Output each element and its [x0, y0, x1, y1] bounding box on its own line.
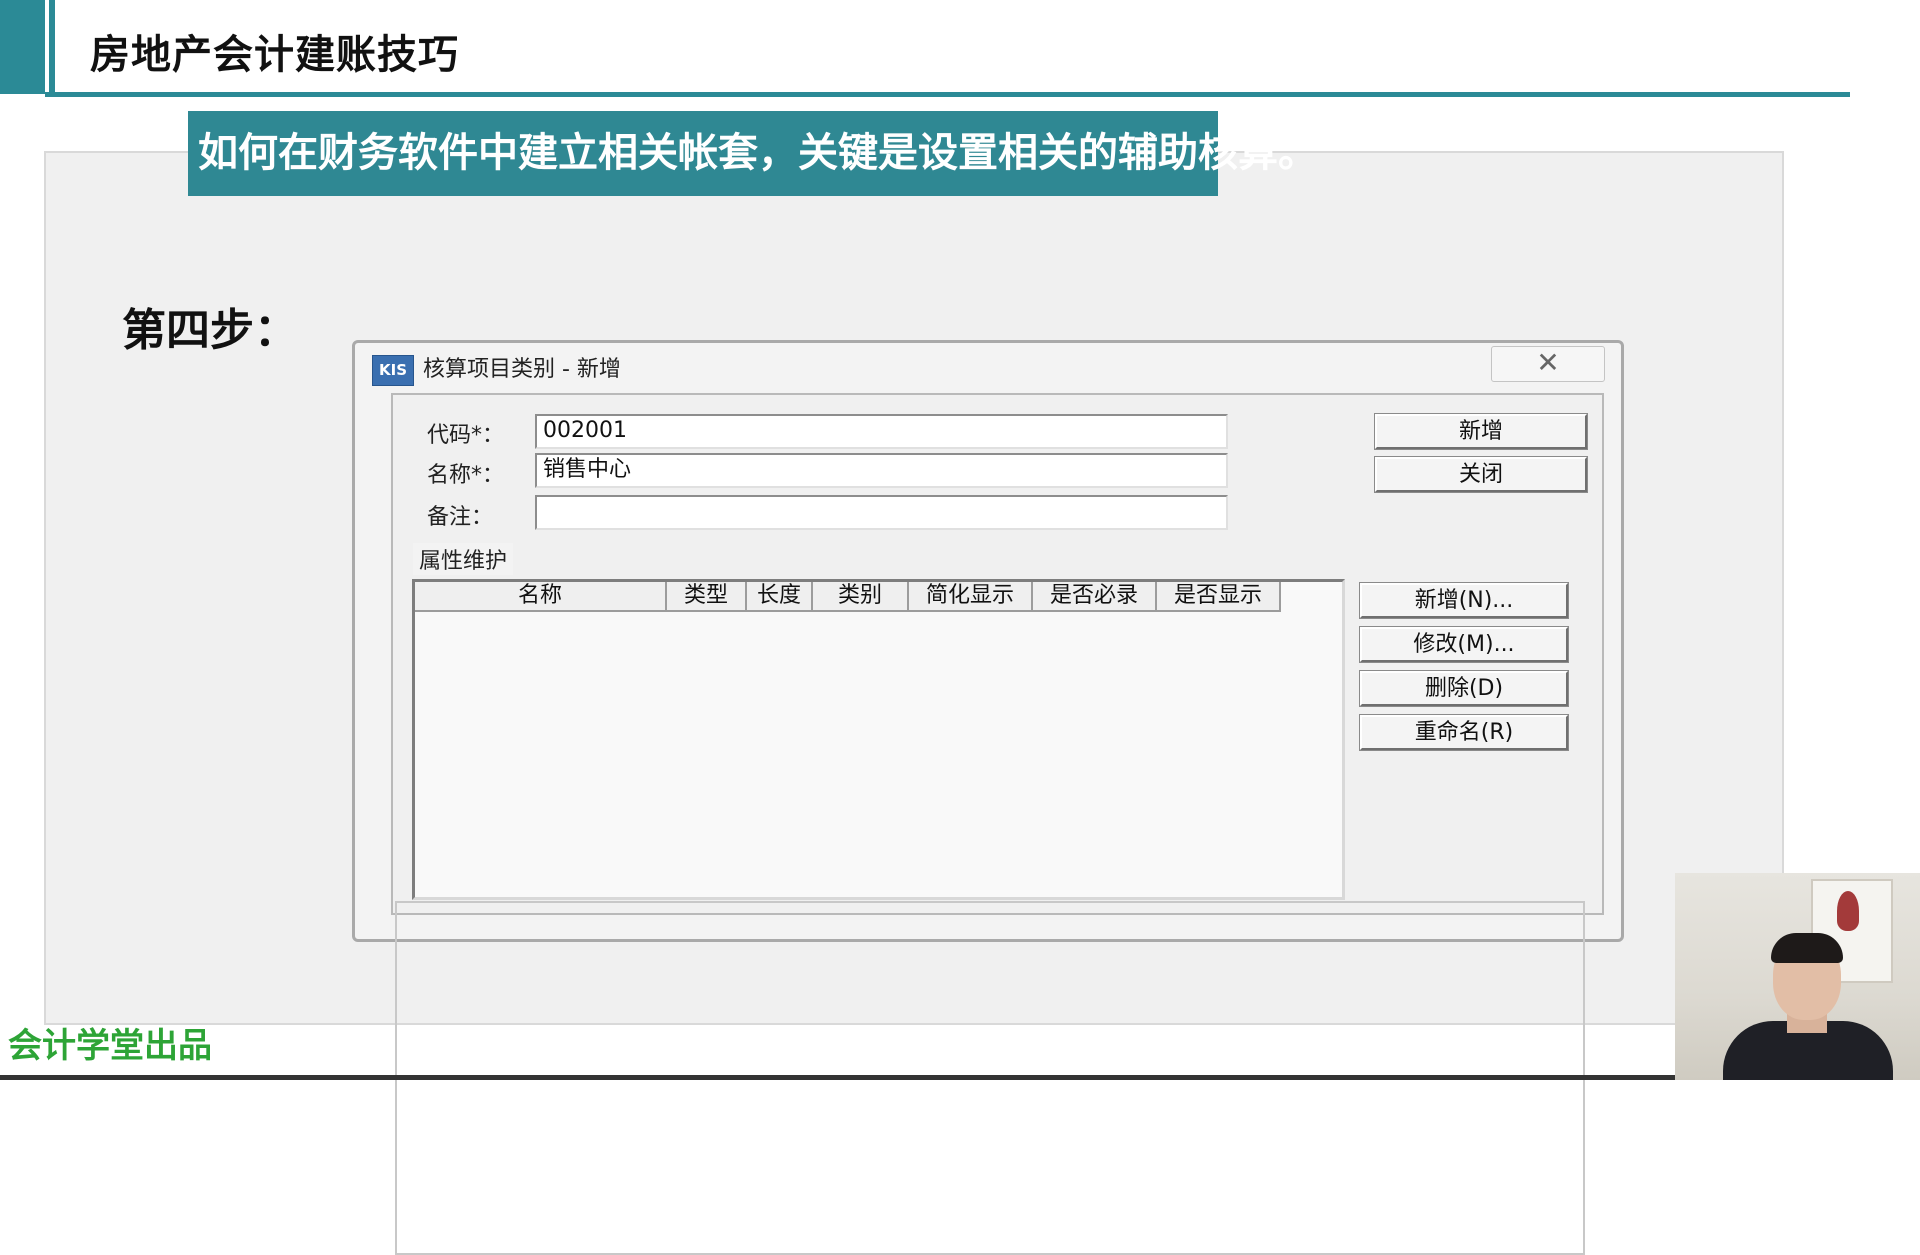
- attribute-edit-button[interactable]: 修改(M)...: [1359, 626, 1569, 663]
- header-divider: [45, 92, 1850, 97]
- attribute-list[interactable]: 名称 类型 长度 类别 简化显示 是否必录 是否显示: [412, 579, 1345, 900]
- add-button[interactable]: 新增: [1374, 413, 1588, 450]
- kis-app-icon: KIS: [372, 355, 414, 386]
- header-accent-stripe: [49, 0, 55, 94]
- name-field[interactable]: 销售中心: [535, 453, 1228, 488]
- attribute-group-label: 属性维护: [413, 543, 514, 575]
- name-label: 名称*：: [427, 463, 505, 488]
- column-header-category[interactable]: 类别: [813, 582, 909, 612]
- flower-picture: [1837, 891, 1859, 931]
- bottom-bar: [0, 1075, 1920, 1080]
- attribute-delete-button[interactable]: 删除(D): [1359, 670, 1569, 707]
- code-field[interactable]: 002001: [535, 414, 1228, 449]
- column-header-length[interactable]: 长度: [747, 582, 813, 612]
- dialog-title: 核算项目类别 - 新增: [423, 357, 621, 382]
- note-label: 备注：: [427, 505, 494, 530]
- column-header-visible[interactable]: 是否显示: [1157, 582, 1281, 612]
- close-icon[interactable]: ✕: [1491, 346, 1605, 382]
- header-accent-block: [0, 0, 45, 94]
- attribute-add-button[interactable]: 新增(N)...: [1359, 582, 1569, 619]
- column-header-simplified[interactable]: 简化显示: [909, 582, 1033, 612]
- attribute-rename-button[interactable]: 重命名(R): [1359, 714, 1569, 751]
- close-button[interactable]: 关闭: [1374, 456, 1588, 493]
- column-header-type[interactable]: 类型: [667, 582, 747, 612]
- topic-banner: 如何在财务软件中建立相关帐套，关键是设置相关的辅助核算。: [188, 111, 1318, 196]
- slide-title: 房地产会计建账技巧: [90, 32, 459, 78]
- dialog-window: KIS 核算项目类别 - 新增 ✕ 代码*： 002001 名称*： 销售中心 …: [352, 340, 1624, 1255]
- presenter-webcam: [1675, 873, 1920, 1080]
- note-field[interactable]: [535, 495, 1228, 530]
- step-heading: 第四步：: [122, 305, 298, 356]
- column-header-name[interactable]: 名称: [415, 582, 667, 612]
- brand-watermark: 会计学堂出品: [8, 1026, 212, 1066]
- presenter-hair: [1771, 933, 1843, 963]
- code-label: 代码*：: [427, 423, 505, 448]
- column-header-required[interactable]: 是否必录: [1033, 582, 1157, 612]
